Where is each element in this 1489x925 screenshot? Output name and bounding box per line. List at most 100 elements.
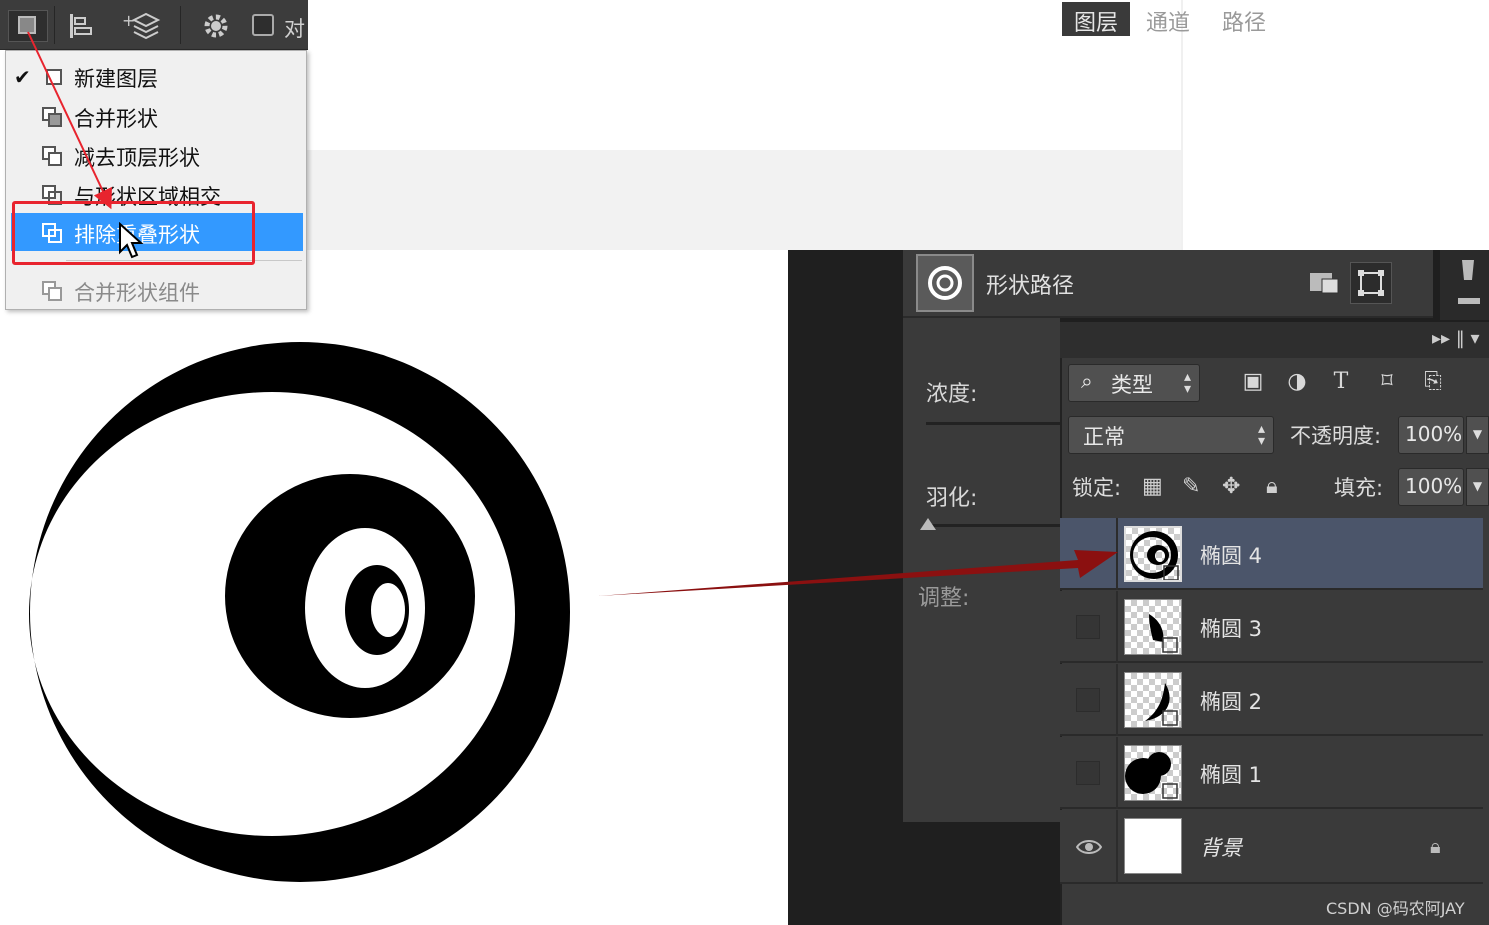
- vector-mask-button[interactable]: [1350, 262, 1392, 304]
- lock-pixels-icon[interactable]: ✎: [1182, 474, 1200, 499]
- tab-channels[interactable]: 通道: [1134, 2, 1202, 36]
- mouse-cursor-icon: [119, 222, 144, 259]
- tab-layers[interactable]: 图层: [1062, 2, 1131, 36]
- shape-filter-icon[interactable]: ⌑: [1372, 369, 1402, 394]
- opacity-label: 不透明度:: [1290, 424, 1382, 448]
- feather-slider-handle[interactable]: [920, 518, 936, 530]
- image-filter-icon[interactable]: ▣: [1238, 369, 1268, 394]
- layer-thumbnail: [1124, 526, 1182, 582]
- opacity-input[interactable]: 100%: [1398, 416, 1464, 454]
- vector-mask-icon: [1358, 270, 1384, 296]
- row-divider: [1116, 664, 1118, 736]
- eye-icon[interactable]: [1076, 838, 1102, 856]
- layer-name: 椭圆 3: [1200, 617, 1263, 641]
- watermark: CSDN @码农阿JAY: [1326, 899, 1465, 918]
- lock-label: 锁定:: [1072, 476, 1122, 500]
- fill-label: 填充:: [1334, 476, 1384, 500]
- divider: [1181, 0, 1183, 250]
- layer-row[interactable]: 椭圆 1: [1060, 737, 1483, 809]
- feather-slider[interactable]: [926, 524, 1060, 527]
- layer-row[interactable]: 椭圆 4: [1060, 518, 1483, 590]
- layer-thumbnail: [1124, 599, 1182, 655]
- fill-value: 100%: [1405, 474, 1463, 498]
- layer-name: 背景: [1200, 836, 1242, 860]
- path-alignment-button[interactable]: [66, 10, 100, 42]
- canvas-artwork: [29, 342, 571, 882]
- align-edges-label: 对: [284, 17, 305, 41]
- row-divider: [1116, 518, 1118, 590]
- target-icon: [928, 266, 962, 300]
- layer-thumbnail: [1124, 745, 1182, 801]
- lock-icon: 🔒︎: [1430, 834, 1441, 858]
- fill-dropdown[interactable]: ▼: [1466, 468, 1489, 506]
- menu-item-label: 合并形状组件: [74, 281, 200, 305]
- options-toolbar: + 对: [0, 0, 308, 50]
- align-edges-checkbox[interactable]: [252, 14, 274, 36]
- mask-button[interactable]: [1308, 267, 1342, 297]
- lock-all-icon[interactable]: 🔒︎: [1266, 474, 1278, 499]
- right-tool-strip: [1440, 250, 1489, 320]
- fill-input[interactable]: 100%: [1398, 468, 1464, 506]
- layer-name: 椭圆 1: [1200, 763, 1263, 787]
- visibility-toggle[interactable]: [1076, 688, 1100, 712]
- menu-item-new-layer[interactable]: ✔ 新建图层: [6, 57, 306, 95]
- visibility-toggle[interactable]: [1076, 615, 1100, 639]
- settings-button[interactable]: [198, 10, 238, 42]
- density-label: 浓度:: [926, 382, 978, 407]
- chevron-updown-icon: ▴ ▾: [1183, 369, 1191, 397]
- menu-item-label: 合并形状: [74, 107, 158, 131]
- smart-object-filter-icon[interactable]: ⎘: [1418, 369, 1448, 394]
- menu-item-label: 新建图层: [74, 67, 158, 91]
- menu-item-subtract-front-shape[interactable]: 减去顶层形状: [6, 136, 306, 174]
- subtract-shape-icon: [42, 146, 64, 166]
- gear-icon: [204, 14, 228, 38]
- path-arrangement-button[interactable]: +: [122, 10, 162, 42]
- layer-row[interactable]: 椭圆 2: [1060, 664, 1483, 736]
- combine-shapes-icon: [42, 107, 64, 127]
- adjustment-filter-icon[interactable]: ◑: [1282, 369, 1312, 394]
- toolbar-separator: [54, 6, 55, 44]
- layers-panel-tabs: [1060, 322, 1489, 358]
- new-layer-icon: [42, 67, 64, 87]
- panel-menu-icon[interactable]: ▸▸ ‖ ▾: [1432, 328, 1480, 349]
- density-slider[interactable]: [926, 422, 1060, 425]
- menu-item-merge-shape-components[interactable]: 合并形状组件: [6, 271, 306, 309]
- menu-item-combine-shapes[interactable]: 合并形状: [6, 97, 306, 135]
- exclude-overlap-rings: [29, 342, 571, 882]
- path-operations-menu: ✔ 新建图层 合并形状 减去顶层形状 与形状区域相交 排除重叠形状 合并形状组件: [5, 50, 307, 310]
- ellipse-thumbnail-icon: [1149, 614, 1178, 653]
- path-operations-button[interactable]: [8, 10, 48, 42]
- tab-paths[interactable]: 路径: [1210, 2, 1278, 36]
- brush-tool-icon[interactable]: [1440, 250, 1489, 320]
- row-divider: [1116, 737, 1118, 809]
- merge-components-icon: [42, 281, 64, 301]
- search-icon: ⌕: [1081, 369, 1093, 393]
- opacity-dropdown[interactable]: ▼: [1466, 416, 1489, 454]
- properties-panel: [903, 250, 1060, 822]
- layer-row-background[interactable]: 背景: [1060, 810, 1483, 884]
- properties-title: 形状路径: [986, 274, 1075, 299]
- opacity-value: 100%: [1405, 422, 1463, 446]
- ellipse-thumbnail-icon: [1125, 752, 1178, 799]
- blend-mode-select[interactable]: 正常 ▴ ▾: [1068, 416, 1274, 454]
- blend-mode-value: 正常: [1083, 425, 1125, 449]
- layer-filter-select[interactable]: ⌕ 类型 ▴ ▾: [1068, 364, 1200, 402]
- lock-position-icon[interactable]: ✥: [1222, 474, 1240, 499]
- checkmark-icon: ✔: [14, 65, 31, 89]
- row-divider: [1116, 810, 1118, 884]
- ellipse-thumbnail-icon: [1145, 683, 1178, 726]
- layer-row[interactable]: 椭圆 3: [1060, 591, 1483, 663]
- align-icon: [70, 14, 92, 38]
- toolbar-separator: [180, 6, 181, 44]
- adjust-label: 调整:: [918, 586, 970, 611]
- layer-name: 椭圆 2: [1200, 690, 1263, 714]
- shape-path-thumbnail: [916, 254, 974, 312]
- exclude-rings-thumbnail-icon: [1130, 531, 1179, 580]
- row-divider: [1116, 591, 1118, 663]
- add-mask-icon: [1310, 273, 1339, 294]
- lock-transparency-icon[interactable]: ▦: [1142, 474, 1163, 499]
- type-filter-icon[interactable]: T: [1326, 369, 1356, 394]
- visibility-toggle[interactable]: [1076, 761, 1100, 785]
- chevron-updown-icon: ▴ ▾: [1257, 421, 1265, 449]
- arrange-layers-icon: +: [122, 11, 161, 40]
